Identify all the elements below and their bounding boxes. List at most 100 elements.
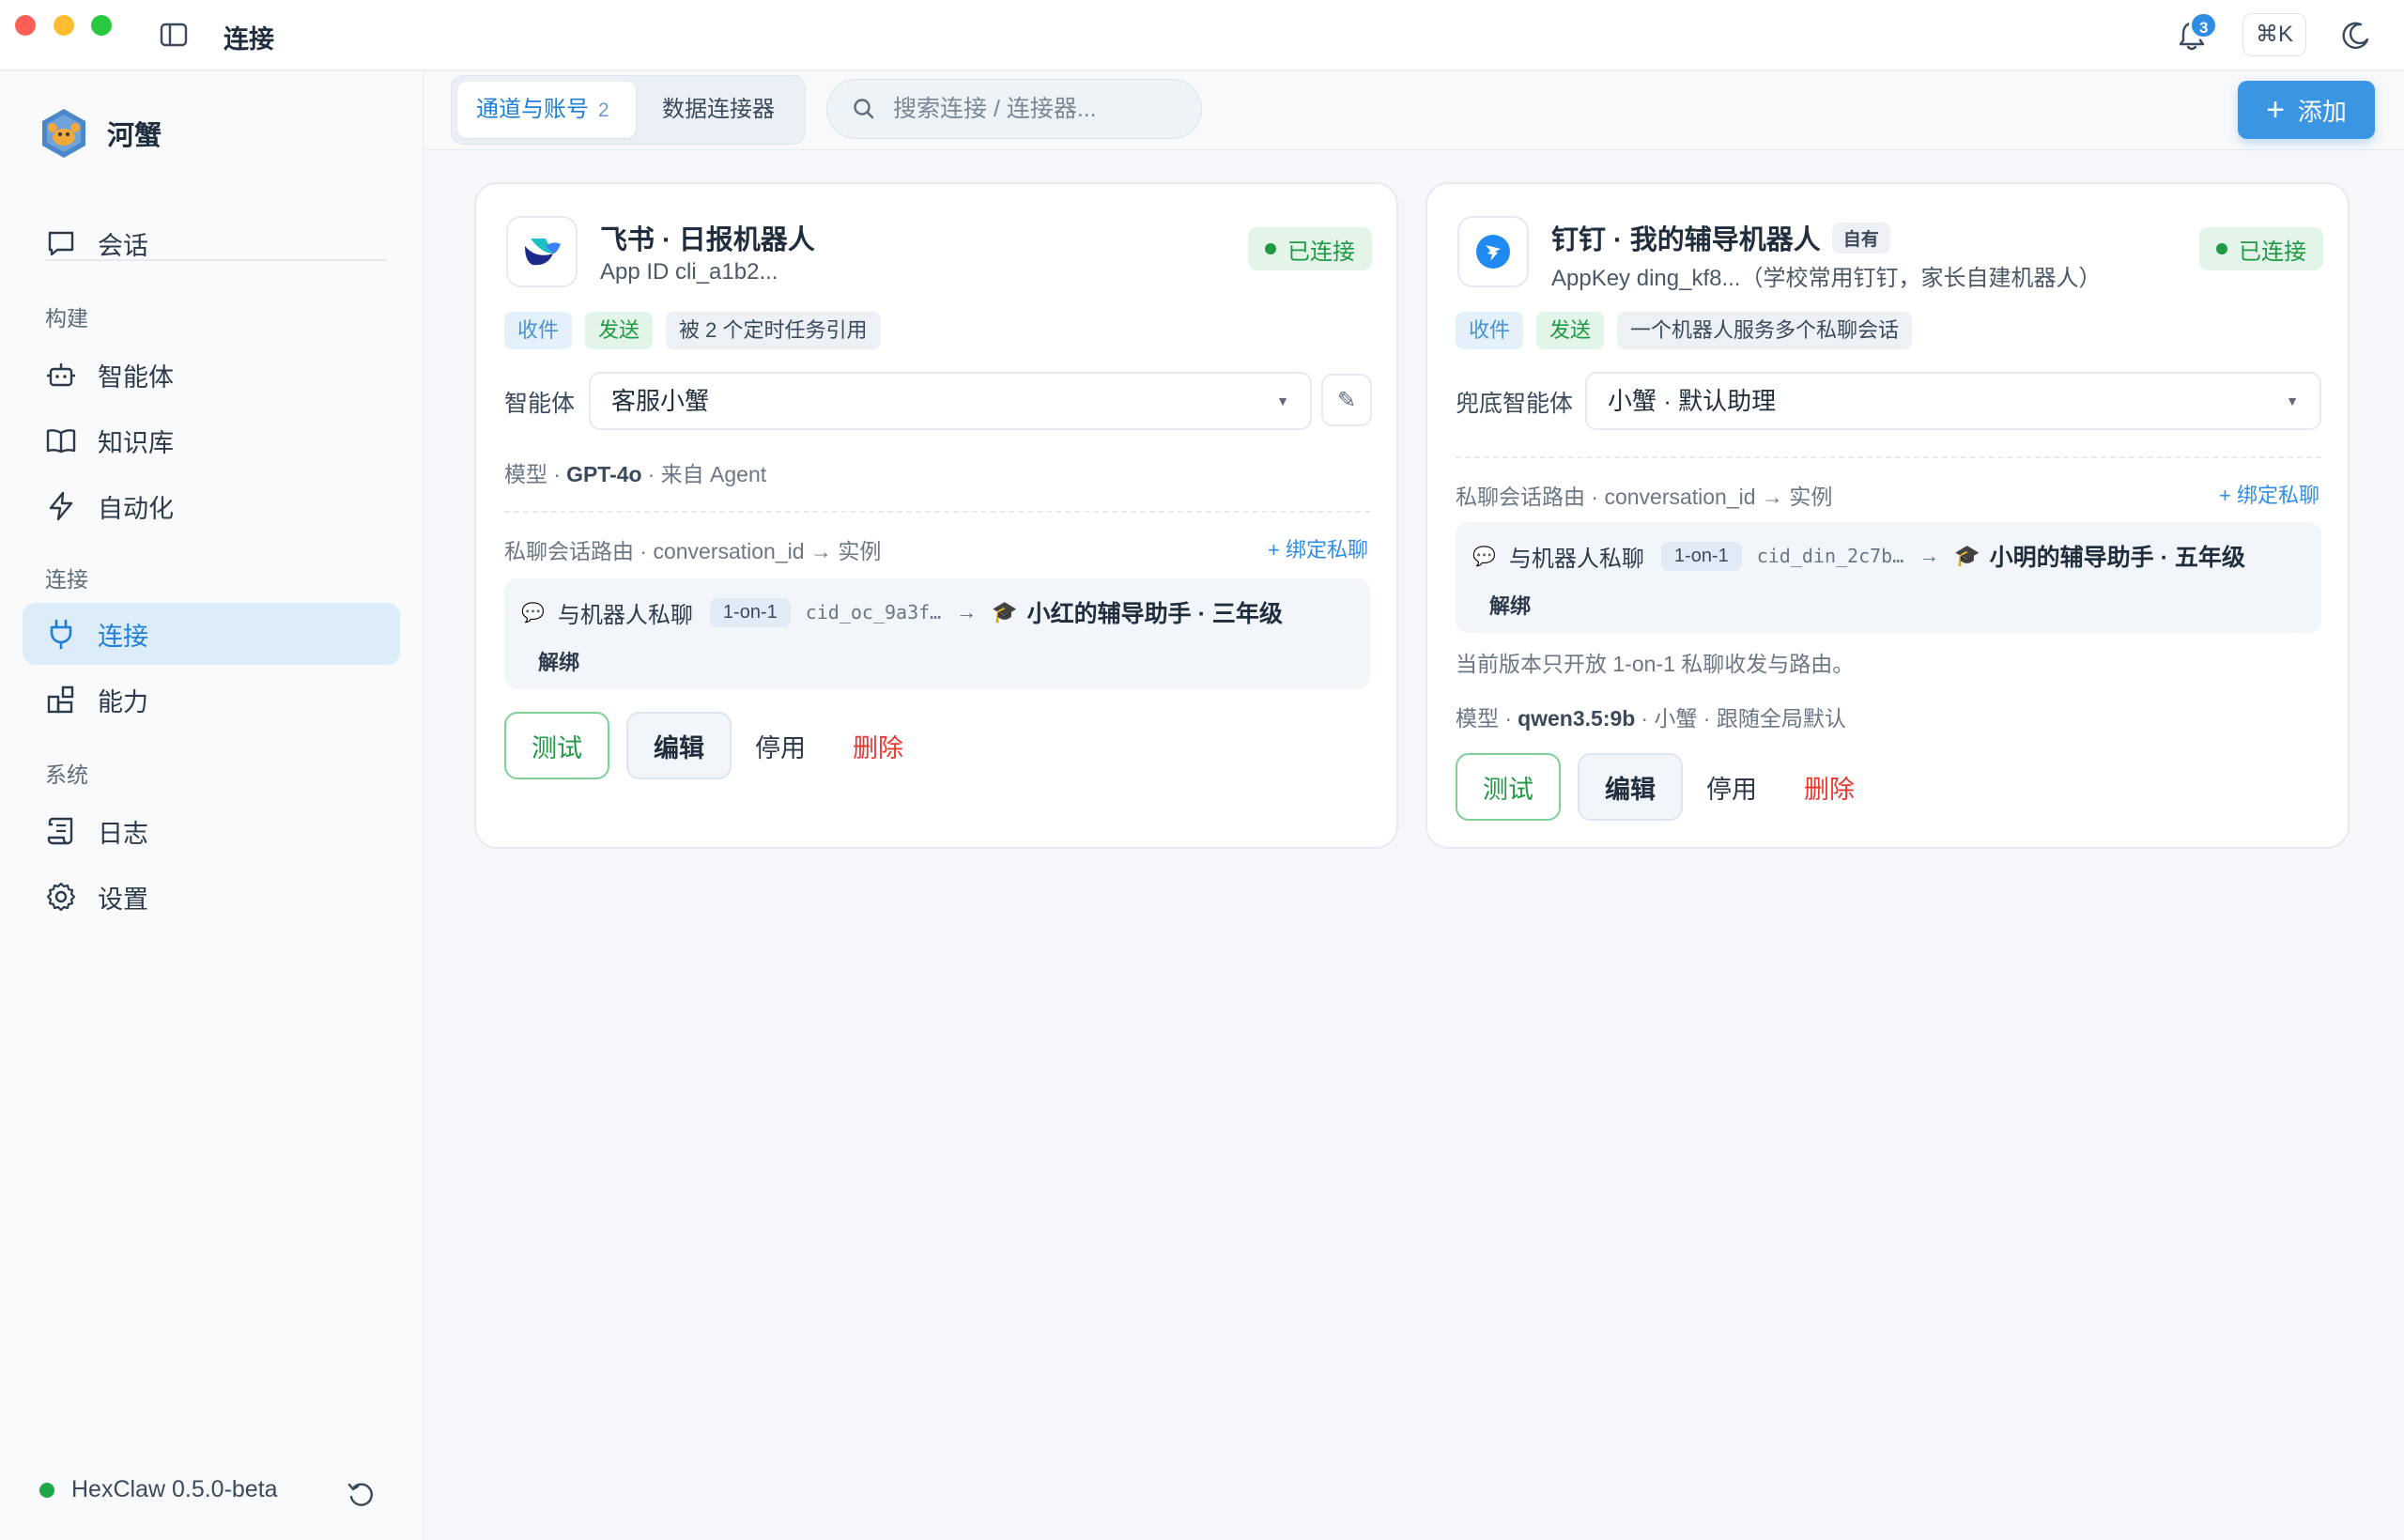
- sidebar-item-label: 能力: [98, 687, 148, 716]
- moon-icon[interactable]: [2338, 19, 2372, 53]
- title-bar: 连接 3 ⌘K: [0, 0, 2404, 70]
- sidebar-item-automation[interactable]: 自动化: [23, 475, 400, 537]
- tag-list: 收件 发送 一个机器人服务多个私聊会话: [1456, 312, 1913, 349]
- tag-list: 收件 发送 被 2 个定时任务引用: [504, 312, 881, 349]
- model-info: 模型 · qwen3.5:9b · 小蟹 · 跟随全局默认: [1456, 701, 1846, 732]
- agent-select-value: 小蟹 · 默认助理: [1608, 387, 1777, 415]
- command-palette-shortcut[interactable]: ⌘K: [2242, 13, 2306, 56]
- model-prefix: 模型 ·: [1456, 706, 1513, 731]
- sidebar-item-logs[interactable]: 日志: [23, 800, 400, 862]
- tag-receive: 收件: [1456, 312, 1524, 349]
- brand[interactable]: 河蟹: [39, 105, 162, 162]
- caret-down-icon: ▼: [1276, 393, 1289, 408]
- status-badge: 已连接: [1248, 227, 1372, 270]
- model-prefix: 模型 ·: [504, 462, 562, 486]
- sidebar-item-label: 自动化: [98, 494, 174, 523]
- bind-private-chat-link[interactable]: + 绑定私聊: [1268, 533, 1368, 563]
- conversation-id: cid_oc_9a3f…: [805, 601, 942, 624]
- route-instance: 小明的辅导助手 · 五年级: [1989, 545, 2245, 571]
- tab-data-connectors[interactable]: 数据连接器: [643, 82, 794, 138]
- window-close-button[interactable]: [15, 15, 36, 36]
- fallback-agent-select[interactable]: 小蟹 · 默认助理 ▼: [1585, 372, 2321, 430]
- notification-badge: 3: [2189, 11, 2219, 39]
- search-input[interactable]: [893, 95, 1175, 123]
- section-title-build: 构建: [45, 306, 88, 331]
- tag-scheduled-refs: 被 2 个定时任务引用: [666, 312, 881, 349]
- sidebar-item-label: 知识库: [98, 428, 174, 457]
- delete-button[interactable]: 删除: [840, 712, 916, 779]
- tab-count: 2: [598, 100, 609, 121]
- sidebar-item-agents[interactable]: 智能体: [23, 344, 400, 406]
- disable-button[interactable]: 停用: [1694, 753, 1769, 821]
- scroll-icon: [47, 817, 73, 845]
- window-zoom-button[interactable]: [91, 15, 112, 36]
- version-note: 当前版本只开放 1-on-1 私聊收发与路由。: [1456, 652, 1855, 676]
- plug-icon: [50, 619, 72, 650]
- arrow-right-icon: →: [1919, 544, 1940, 567]
- fallback-agent-label: 兜底智能体: [1456, 391, 1574, 417]
- card-title: 钉钉 · 我的辅导机器人 自有: [1551, 218, 1890, 257]
- tab-switcher: 通道与账号 2 数据连接器: [451, 75, 806, 145]
- status-badge: 已连接: [2199, 227, 2323, 270]
- toolbar: 通道与账号 2 数据连接器 + 添加: [424, 71, 2404, 150]
- unbind-button[interactable]: 解绑: [538, 646, 579, 676]
- edit-button[interactable]: 编辑: [1578, 753, 1683, 821]
- connection-card-dingtalk: 钉钉 · 我的辅导机器人 自有 AppKey ding_kf8...（学校常用钉…: [1425, 182, 2350, 849]
- sidebar-item-connections[interactable]: 连接: [23, 603, 400, 665]
- tab-channels-accounts[interactable]: 通道与账号 2: [457, 82, 636, 138]
- model-source: · 来自 Agent: [647, 462, 767, 486]
- window-minimize-button[interactable]: [54, 15, 74, 36]
- section-title-system: 系统: [45, 762, 88, 787]
- status-dot: [1265, 243, 1276, 254]
- status-label: 已连接: [1287, 239, 1355, 265]
- status-label: 已连接: [2239, 239, 2306, 265]
- add-button[interactable]: + 添加: [2238, 81, 2375, 139]
- search-icon: [854, 99, 874, 119]
- tag-send: 发送: [585, 312, 654, 349]
- tag-send: 发送: [1536, 312, 1605, 349]
- model-source: · 小蟹 · 跟随全局默认: [1641, 706, 1846, 731]
- caret-down-icon: ▼: [2286, 393, 2299, 408]
- sidebar-item-label: 设置: [98, 885, 148, 914]
- divider: [45, 259, 387, 261]
- edit-button[interactable]: 编辑: [626, 712, 732, 779]
- status-dot: [2216, 243, 2227, 254]
- unbind-button[interactable]: 解绑: [1489, 590, 1531, 620]
- sidebar-item-settings[interactable]: 设置: [23, 866, 400, 928]
- sidebar-item-label: 智能体: [98, 362, 174, 392]
- sidebar-toggle-icon[interactable]: [160, 23, 188, 47]
- page-title: 连接: [223, 25, 274, 54]
- own-badge: 自有: [1831, 222, 1890, 254]
- bind-private-chat-link[interactable]: + 绑定私聊: [2219, 479, 2319, 509]
- connection-card-feishu: 飞书 · 日报机器人 App ID cli_a1b2... 已连接 收件 发送 …: [474, 182, 1398, 849]
- search-box[interactable]: [826, 79, 1202, 139]
- route-pair: 与机器人私聊: [557, 602, 693, 628]
- route-instance: 小红的辅导助手 · 三年级: [1026, 601, 1283, 627]
- arrow-right-icon: →: [956, 600, 978, 624]
- tab-label: 通道与账号: [476, 97, 589, 122]
- route-label: 私聊会话路由 · conversation_id → 实例: [1456, 485, 1833, 509]
- card-title: 飞书 · 日报机器人: [600, 225, 815, 255]
- sidebar-footer: HexClaw 0.5.0-beta: [39, 1476, 278, 1503]
- sidebar-item-knowledge[interactable]: 知识库: [23, 409, 400, 471]
- card-subtitle: AppKey ding_kf8...（学校常用钉钉，家长自建机器人）: [1551, 266, 2102, 291]
- test-button[interactable]: 测试: [1456, 753, 1561, 821]
- sidebar-item-label: 日志: [98, 819, 148, 848]
- card-title-text: 钉钉 · 我的辅导机器人: [1551, 225, 1821, 255]
- disable-button[interactable]: 停用: [743, 712, 818, 779]
- sidebar: 河蟹 会话 构建 智能体 知识库 自动化 连接 连接 能力 系统 日志 设置 H…: [0, 71, 424, 1540]
- refresh-icon[interactable]: [346, 1480, 376, 1510]
- tag-receive: 收件: [504, 312, 573, 349]
- chat-bubble-icon: [48, 231, 74, 256]
- speech-bubble-icon: 💬: [1472, 546, 1496, 567]
- agent-select[interactable]: 客服小蟹 ▼: [589, 372, 1312, 430]
- gear-icon: [46, 882, 76, 912]
- edit-agent-button[interactable]: ✎: [1321, 374, 1372, 426]
- book-icon: [46, 429, 76, 454]
- sidebar-item-chat[interactable]: 会话: [23, 212, 400, 274]
- delete-button[interactable]: 删除: [1792, 753, 1867, 821]
- robot-icon: [47, 363, 75, 387]
- divider: [1456, 456, 2321, 458]
- test-button[interactable]: 测试: [504, 712, 609, 779]
- sidebar-item-capabilities[interactable]: 能力: [23, 669, 400, 731]
